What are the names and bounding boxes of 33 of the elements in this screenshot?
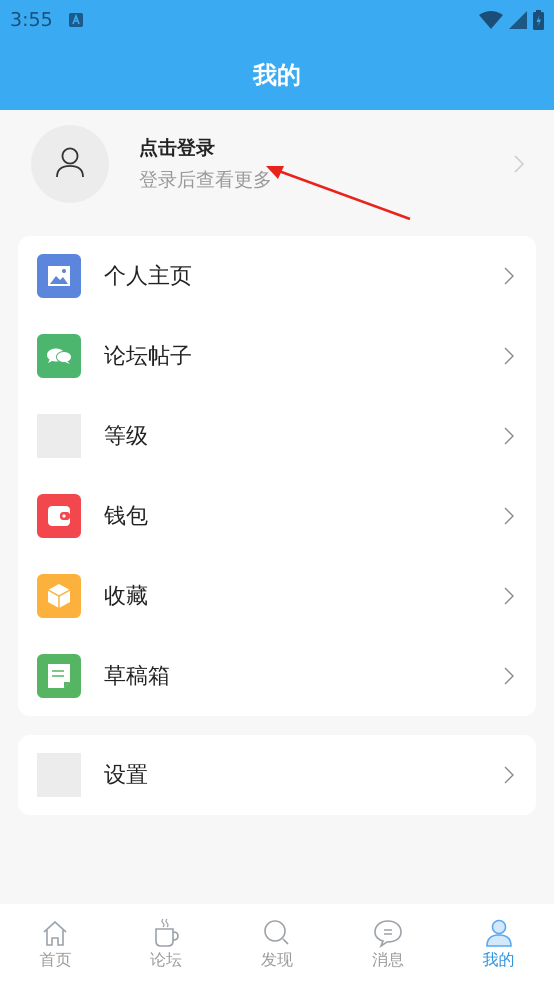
chevron-icon (504, 347, 514, 365)
login-prompt: 点击登录 (139, 136, 216, 161)
notification-icon (68, 13, 83, 27)
menu-label: 论坛帖子 (104, 343, 193, 371)
chevron-icon (504, 507, 514, 525)
chevron-icon (504, 587, 514, 605)
chevron-icon (504, 427, 514, 445)
wifi-icon (479, 11, 503, 29)
menu-item[interactable]: 钱包 (18, 476, 536, 556)
chevron-icon (504, 267, 514, 285)
menu-item[interactable]: 收藏 (18, 556, 536, 636)
chevron-icon (504, 766, 514, 784)
speech-bubble-icon (372, 918, 404, 948)
menu-item[interactable]: 草稿箱 (18, 636, 536, 716)
menu-item[interactable]: 等级 (18, 396, 536, 476)
login-hint: 登录后查看更多 (139, 168, 273, 193)
status-time: 3:55 (10, 9, 53, 31)
chevron-icon (514, 155, 524, 173)
menu-label: 个人主页 (104, 263, 193, 291)
menu-label: 设置 (104, 762, 149, 790)
menu-label: 等级 (104, 423, 149, 451)
battery-icon (533, 10, 544, 30)
signal-icon (509, 11, 527, 29)
page-title: 我的 (253, 60, 301, 91)
menu-item[interactable]: 个人主页 (18, 236, 536, 316)
chevron-icon (504, 667, 514, 685)
login-row[interactable]: 点击登录 登录后查看更多 (0, 110, 554, 218)
menu-label: 草稿箱 (104, 663, 171, 691)
avatar-icon (31, 125, 109, 203)
menu-label: 钱包 (104, 503, 149, 531)
menu-label: 收藏 (104, 583, 149, 611)
menu-item[interactable]: 设置 (18, 735, 536, 815)
menu-item[interactable]: 论坛帖子 (18, 316, 536, 396)
